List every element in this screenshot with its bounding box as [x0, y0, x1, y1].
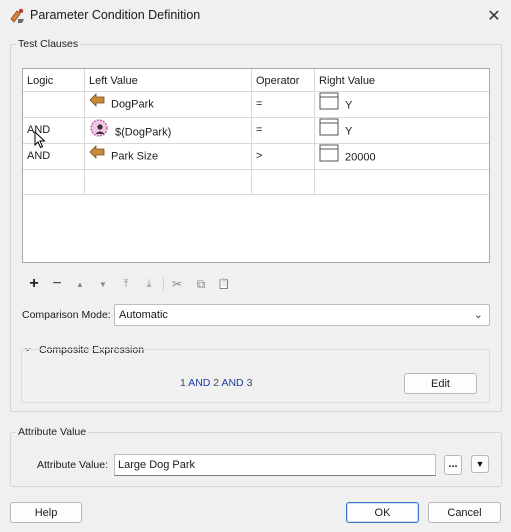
expression-number: 2	[213, 377, 220, 389]
left-value-cell[interactable]: Park Size	[85, 144, 252, 169]
remove-row-icon[interactable]: −	[48, 275, 66, 293]
right-value-cell[interactable]: Y	[315, 92, 489, 117]
test-clauses-label: Test Clauses	[16, 38, 81, 50]
table-row[interactable]: DogPark = Y	[23, 91, 489, 117]
left-value-cell[interactable]	[85, 170, 252, 195]
move-top-icon[interactable]: ⤒	[117, 275, 135, 293]
add-row-icon[interactable]: +	[25, 275, 43, 293]
attribute-arrow-icon	[89, 92, 105, 117]
value-box-icon	[319, 92, 339, 117]
left-value-text: Park Size	[111, 150, 159, 163]
value-box-icon	[319, 118, 339, 143]
right-value-cell[interactable]: 20000	[315, 144, 489, 169]
logic-cell[interactable]	[23, 92, 85, 117]
expression-number: 1	[180, 377, 186, 389]
column-header-operator[interactable]: Operator	[252, 69, 315, 93]
expression-operator: AND	[188, 377, 211, 389]
column-header-right-value[interactable]: Right Value	[315, 69, 489, 93]
close-icon: ✕	[487, 8, 501, 25]
right-value-text: Y	[345, 125, 353, 138]
operator-cell[interactable]: =	[252, 92, 315, 117]
comparison-mode-label: Comparison Mode:	[22, 309, 111, 321]
comparison-mode-select[interactable]: Automatic ⌄	[114, 304, 490, 326]
window-title: Parameter Condition Definition	[30, 8, 201, 22]
right-value-cell[interactable]	[315, 170, 489, 195]
logic-cell[interactable]: AND	[23, 118, 85, 143]
table-row[interactable]: AND Park Size > 20000	[23, 143, 489, 169]
right-value-text: 20000	[345, 151, 376, 164]
expression-operator: AND	[221, 377, 244, 389]
attribute-value-group-label: Attribute Value	[16, 426, 89, 438]
chevron-down-icon: ⌄	[473, 309, 483, 321]
attribute-value-field[interactable]: Large Dog Park	[114, 454, 436, 476]
table-row-empty[interactable]	[23, 169, 489, 195]
expression-number: 3	[246, 377, 253, 389]
cut-icon[interactable]: ✂	[168, 275, 186, 293]
move-down-icon[interactable]: ▼	[94, 275, 112, 293]
attribute-value-label: Attribute Value:	[37, 459, 109, 471]
attribute-arrow-icon	[89, 144, 105, 169]
operator-cell[interactable]	[252, 170, 315, 195]
cancel-button[interactable]: Cancel	[428, 502, 501, 523]
attribute-value-dropdown-button[interactable]: ▼	[471, 455, 489, 473]
left-value-text: DogPark	[111, 98, 154, 111]
user-parameter-icon	[89, 118, 109, 143]
composite-expression-text: 1 AND 2 AND 3	[180, 377, 252, 389]
right-value-cell[interactable]: Y	[315, 118, 489, 143]
logic-cell[interactable]: AND	[23, 144, 85, 169]
close-button[interactable]: ✕	[480, 4, 508, 28]
left-value-text: $(DogPark)	[115, 126, 172, 139]
paste-icon[interactable]: 📋	[215, 275, 233, 293]
operator-cell[interactable]: =	[252, 118, 315, 143]
comparison-mode-value: Automatic	[119, 309, 168, 321]
dropdown-arrow-icon: ▼	[475, 459, 485, 469]
edit-button[interactable]: Edit	[404, 373, 477, 394]
app-icon	[8, 7, 26, 25]
value-box-icon	[319, 144, 339, 169]
help-button[interactable]: Help	[10, 502, 82, 523]
clauses-table: Logic Left Value Operator Right Value Do…	[22, 68, 490, 263]
ellipsis-button[interactable]: ...	[444, 455, 462, 475]
logic-cell[interactable]	[23, 170, 85, 195]
mouse-cursor-icon	[34, 130, 46, 152]
left-value-cell[interactable]: $(DogPark)	[85, 118, 252, 143]
table-row[interactable]: AND $(DogPark) = Y	[23, 117, 489, 143]
ok-button[interactable]: OK	[346, 502, 419, 523]
move-bottom-icon[interactable]: ⤓	[140, 275, 158, 293]
copy-icon[interactable]: ⧉	[192, 275, 210, 293]
move-up-icon[interactable]: ▲	[71, 275, 89, 293]
toolbar-divider	[163, 277, 164, 291]
column-header-logic[interactable]: Logic	[23, 69, 85, 93]
operator-cell[interactable]: >	[252, 144, 315, 169]
column-header-left-value[interactable]: Left Value	[85, 69, 252, 93]
right-value-text: Y	[345, 99, 353, 112]
left-value-cell[interactable]: DogPark	[85, 92, 252, 117]
